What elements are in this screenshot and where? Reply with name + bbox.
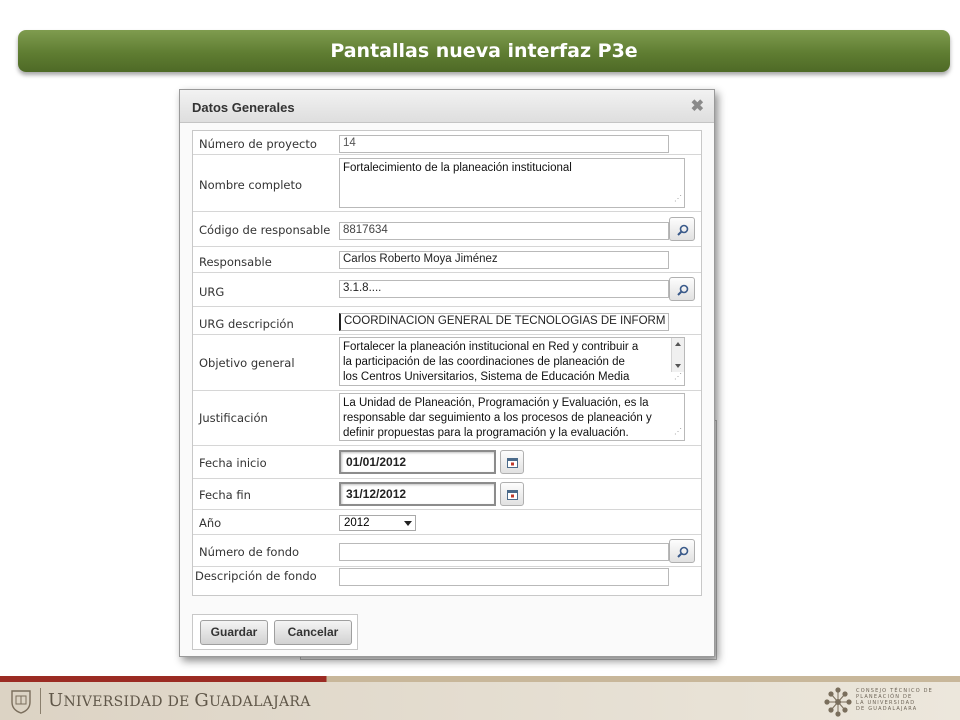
row-justificacion: Justificación La Unidad de Planeación, P… bbox=[193, 391, 701, 446]
scroll-down-icon[interactable] bbox=[675, 364, 681, 368]
dialog-title: Datos Generales bbox=[192, 100, 295, 115]
search-icon bbox=[677, 284, 689, 296]
nombre-completo-textarea[interactable]: Fortalecimiento de la planeación institu… bbox=[339, 158, 685, 208]
university-seal-icon bbox=[11, 690, 31, 714]
codigo-responsable-input[interactable]: 8817634 bbox=[339, 222, 669, 240]
search-icon bbox=[677, 224, 689, 236]
resize-grip-icon[interactable]: ⋰ bbox=[674, 191, 682, 206]
council-name: Consejo Técnico de Planeación de la Univ… bbox=[856, 688, 956, 712]
row-urg: URG 3.1.8.... bbox=[193, 273, 701, 307]
dialog-footer: Guardar Cancelar bbox=[192, 614, 358, 650]
university-initial-u: U bbox=[48, 690, 64, 711]
fecha-fin-label: Fecha fin bbox=[199, 488, 251, 502]
fecha-fin-calendar-button[interactable] bbox=[500, 482, 524, 506]
datos-generales-dialog: Datos Generales ✖ Número de proyecto 14 … bbox=[179, 89, 715, 657]
fecha-inicio-label: Fecha inicio bbox=[199, 456, 267, 470]
anio-selected-value: 2012 bbox=[344, 517, 370, 529]
calendar-icon bbox=[507, 458, 518, 468]
objetivo-general-textarea[interactable]: Fortalecer la planeación institucional e… bbox=[339, 337, 685, 386]
numero-proyecto-input[interactable]: 14 bbox=[339, 135, 669, 153]
numero-fondo-input[interactable] bbox=[339, 543, 669, 561]
calendar-icon bbox=[507, 490, 518, 500]
justificacion-line-3: definir propuestas para la programación … bbox=[343, 427, 629, 439]
justificacion-line-2: responsable dar seguimiento a los proces… bbox=[343, 412, 652, 424]
resize-grip-icon[interactable]: ⋰ bbox=[674, 424, 682, 439]
objetivo-line-2: la participación de las coordinaciones d… bbox=[343, 356, 625, 368]
title-banner: Pantallas nueva interfaz P3e bbox=[18, 30, 950, 72]
row-fecha-inicio: Fecha inicio 01/01/2012 bbox=[193, 446, 701, 479]
urg-search-button[interactable] bbox=[669, 277, 695, 301]
fecha-inicio-calendar-button[interactable] bbox=[500, 450, 524, 474]
justificacion-textarea[interactable]: La Unidad de Planeación, Programación y … bbox=[339, 393, 685, 441]
cancelar-button[interactable]: Cancelar bbox=[274, 620, 352, 645]
objetivo-general-label: Objetivo general bbox=[199, 356, 295, 370]
footer-bar: UNIVERSIDAD DE GUADALAJARA Consejo Técni… bbox=[0, 682, 960, 720]
dropdown-caret-icon bbox=[404, 521, 412, 526]
university-name: UNIVERSIDAD DE GUADALAJARA bbox=[48, 690, 311, 711]
row-descripcion-fondo: Descripción de fondo bbox=[193, 567, 701, 595]
row-urg-descripcion: URG descripción COORDINACION GENERAL DE … bbox=[193, 307, 701, 335]
urg-descripcion-label: URG descripción bbox=[199, 317, 294, 331]
codigo-responsable-search-button[interactable] bbox=[669, 217, 695, 241]
scroll-up-icon[interactable] bbox=[675, 342, 681, 346]
objetivo-line-3: los Centros Universitarios, Sistema de E… bbox=[343, 371, 630, 383]
objetivo-line-1: Fortalecer la planeación institucional e… bbox=[343, 341, 639, 353]
university-name-part1: NIVERSIDAD DE bbox=[63, 694, 195, 710]
guardar-button[interactable]: Guardar bbox=[200, 620, 268, 645]
numero-fondo-search-button[interactable] bbox=[669, 539, 695, 563]
codigo-responsable-label: Código de responsable bbox=[199, 223, 331, 237]
dialog-header: Datos Generales ✖ bbox=[180, 90, 714, 123]
council-line-4: de Guadalajara bbox=[856, 706, 918, 712]
objetivo-scrollbar[interactable] bbox=[671, 338, 684, 372]
nombre-completo-label: Nombre completo bbox=[199, 178, 303, 192]
numero-fondo-label: Número de fondo bbox=[199, 545, 300, 559]
urg-descripcion-input[interactable]: COORDINACION GENERAL DE TECNOLOGIAS DE I… bbox=[339, 313, 669, 331]
anio-select[interactable]: 2012 bbox=[339, 515, 416, 531]
urg-label: URG bbox=[199, 285, 225, 299]
slide-title: Pantallas nueva interfaz P3e bbox=[330, 40, 638, 62]
row-objetivo-general: Objetivo general Fortalecer la planeació… bbox=[193, 335, 701, 391]
row-anio: Año 2012 bbox=[193, 510, 701, 535]
fecha-fin-input[interactable]: 31/12/2012 bbox=[339, 482, 496, 506]
responsable-input[interactable]: Carlos Roberto Moya Jiménez bbox=[339, 251, 669, 269]
fecha-inicio-input[interactable]: 01/01/2012 bbox=[339, 450, 496, 474]
general-data-form: Número de proyecto 14 Nombre completo Fo… bbox=[192, 130, 702, 596]
descripcion-fondo-label: Descripción de fondo bbox=[195, 569, 317, 583]
responsable-label: Responsable bbox=[199, 255, 272, 269]
row-fecha-fin: Fecha fin 31/12/2012 bbox=[193, 479, 701, 510]
search-icon bbox=[677, 546, 689, 558]
footer-divider bbox=[40, 688, 41, 714]
council-logo-icon bbox=[824, 687, 852, 717]
row-nombre-completo: Nombre completo Fortalecimiento de la pl… bbox=[193, 155, 701, 212]
justificacion-line-1: La Unidad de Planeación, Programación y … bbox=[343, 397, 649, 409]
university-initial-g: G bbox=[194, 690, 210, 711]
urg-input[interactable]: 3.1.8.... bbox=[339, 280, 669, 298]
row-numero-fondo: Número de fondo bbox=[193, 535, 701, 567]
close-icon[interactable]: ✖ bbox=[691, 96, 704, 116]
row-codigo-responsable: Código de responsable 8817634 bbox=[193, 212, 701, 247]
row-numero-proyecto: Número de proyecto 14 bbox=[193, 131, 701, 155]
row-responsable: Responsable Carlos Roberto Moya Jiménez bbox=[193, 247, 701, 273]
anio-label: Año bbox=[199, 516, 222, 530]
descripcion-fondo-input[interactable] bbox=[339, 568, 669, 586]
slide: Pantallas nueva interfaz P3e Datos Gener… bbox=[0, 0, 960, 720]
university-name-part2: UADALAJARA bbox=[209, 694, 311, 710]
numero-proyecto-label: Número de proyecto bbox=[199, 137, 317, 151]
resize-grip-icon[interactable]: ⋰ bbox=[674, 369, 682, 384]
nombre-completo-text: Fortalecimiento de la planeación institu… bbox=[343, 162, 572, 174]
justificacion-label: Justificación bbox=[199, 411, 268, 425]
